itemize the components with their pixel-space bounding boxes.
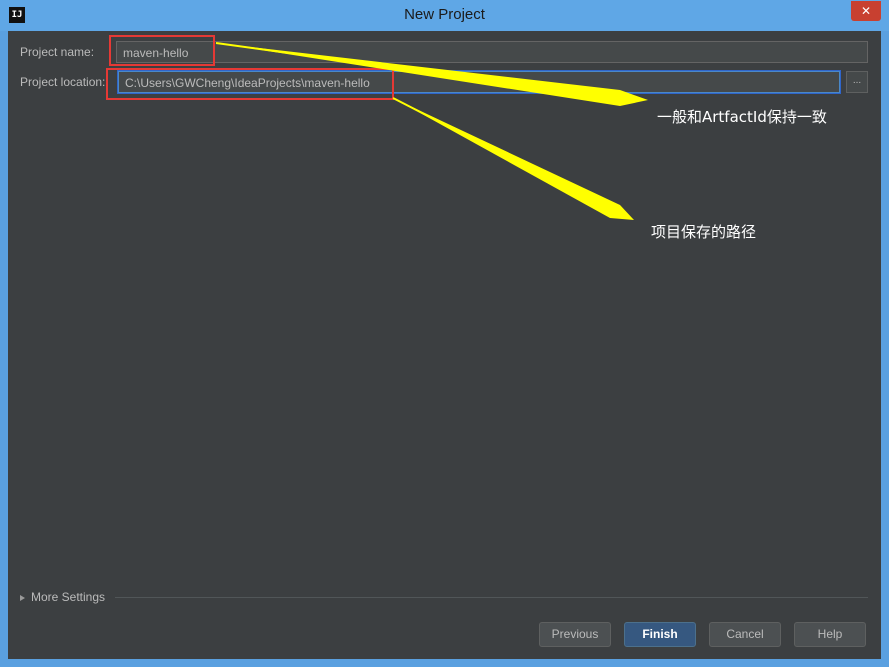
annotation-arrows — [215, 42, 648, 220]
location-annotation: 项目保存的路径 — [651, 223, 757, 241]
new-project-dialog: IJ New Project ✕ Project name: maven-hel… — [0, 0, 889, 667]
name-annotation: 一般和ArtfactId保持一致 — [657, 108, 827, 126]
location-arrow-head — [393, 98, 634, 220]
name-arrow-head — [216, 43, 648, 106]
